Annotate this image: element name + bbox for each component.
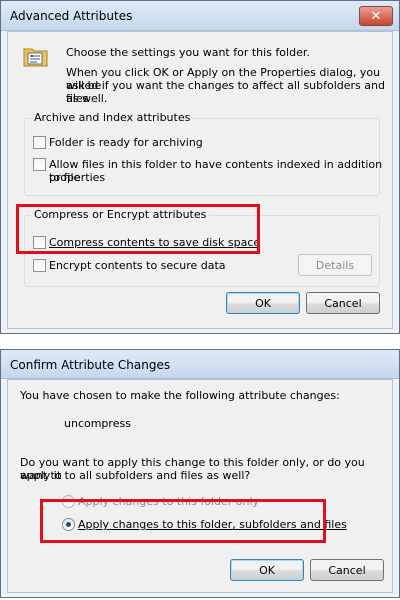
close-icon: ✕ (370, 8, 382, 24)
index-label-line-2[interactable]: properties (49, 171, 105, 184)
confirm-dialog-body: You have chosen to make the following at… (7, 379, 393, 593)
archive-index-group: Archive and Index attributes (24, 111, 380, 196)
archive-group-label: Archive and Index attributes (31, 111, 194, 124)
intro-line-1: Choose the settings you want for this fo… (66, 46, 310, 59)
confirm-ok-button[interactable]: OK (230, 559, 304, 581)
confirm-title-bar: Confirm Attribute Changes (1, 350, 399, 379)
compress-highlight-annotation (16, 204, 260, 254)
encrypt-label[interactable]: Encrypt contents to secure data (49, 259, 226, 272)
confirm-dialog-title: Confirm Attribute Changes (10, 358, 171, 372)
confirm-intro: You have chosen to make the following at… (20, 389, 340, 402)
details-button[interactable]: Details (298, 254, 372, 276)
index-checkbox[interactable] (33, 158, 46, 171)
dialog-body: Choose the settings you want for this fo… (7, 31, 393, 329)
dialog-title: Advanced Attributes (10, 9, 133, 23)
advanced-attributes-dialog: Advanced Attributes ✕ Choose the setting… (0, 0, 400, 334)
intro-line-4: as well. (66, 92, 108, 105)
close-button[interactable]: ✕ (359, 6, 393, 26)
ok-button[interactable]: OK (226, 292, 300, 314)
confirm-cancel-button[interactable]: Cancel (310, 559, 384, 581)
cancel-button[interactable]: Cancel (306, 292, 380, 314)
folder-settings-icon (23, 44, 49, 68)
change-description: uncompress (64, 417, 131, 430)
intro-line-3: asked if you want the changes to affect … (66, 79, 385, 105)
archive-checkbox[interactable] (33, 136, 46, 149)
title-bar: Advanced Attributes ✕ (1, 1, 399, 31)
confirm-attribute-changes-dialog: Confirm Attribute Changes You have chose… (0, 349, 400, 598)
question-line-2: apply it to all subfolders and files as … (20, 469, 251, 482)
apply-option-highlight-annotation (40, 499, 326, 543)
encrypt-checkbox[interactable] (33, 259, 46, 272)
archive-label[interactable]: Folder is ready for archiving (49, 136, 203, 149)
